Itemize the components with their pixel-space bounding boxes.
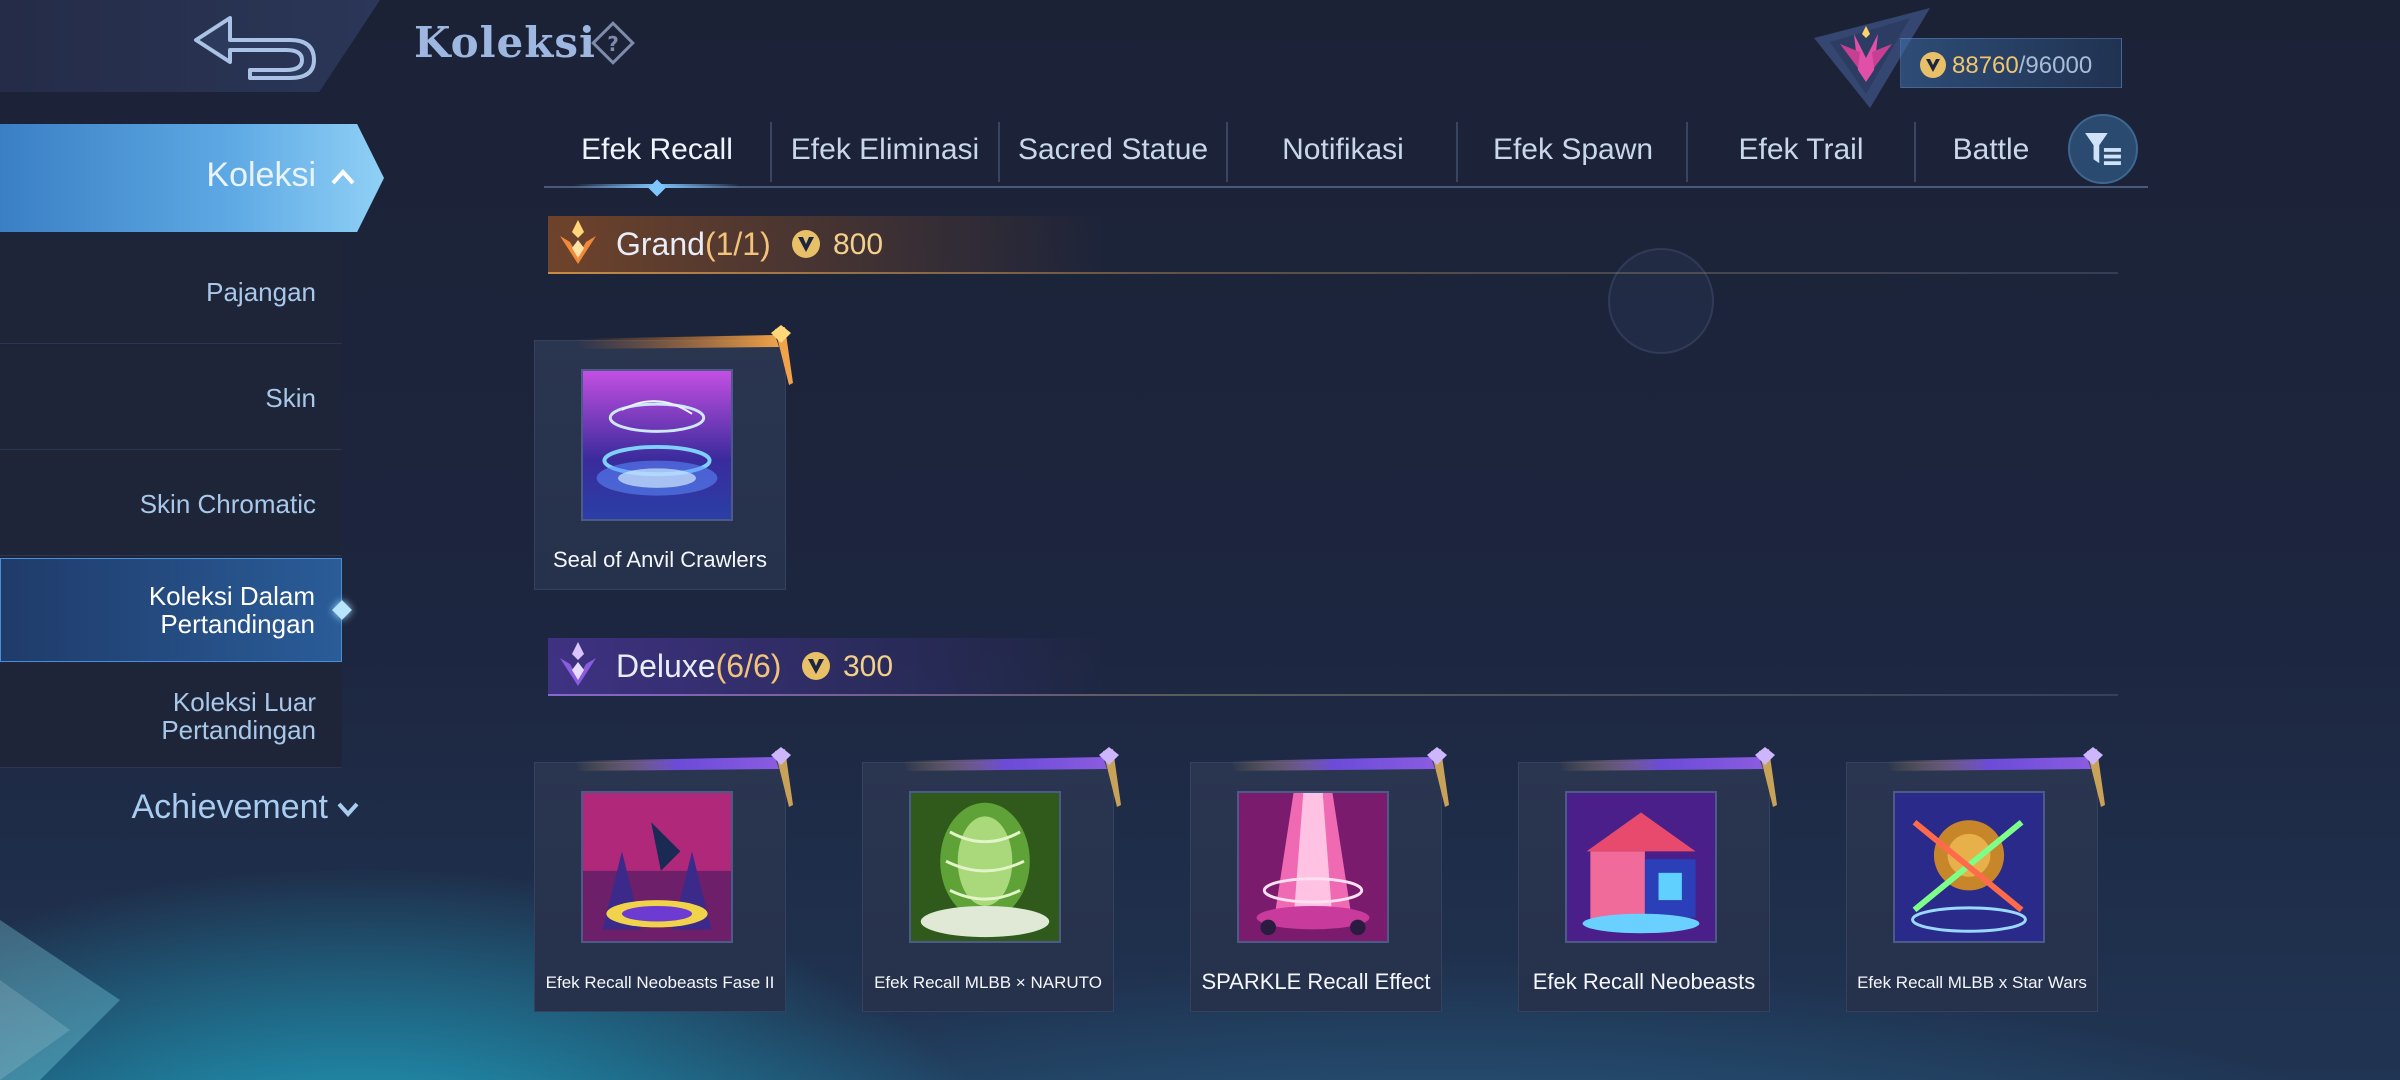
tab-label: Efek Spawn (1492, 133, 1654, 166)
currency-amount: 88760/96000 (1952, 52, 2092, 80)
ticket-coin-icon (792, 230, 820, 258)
ticket-coin-icon (802, 652, 830, 680)
section-grand-count: (1/1) (704, 226, 771, 262)
selected-indicator (332, 600, 352, 620)
sidebar-koleksi-label: Koleksi (206, 156, 316, 194)
sidebar-submenu: Pajangan Skin Skin Chromatic Koleksi Dal… (0, 240, 352, 770)
effect-card-neobeasts[interactable]: Efek Recall Neobeasts (1518, 747, 1777, 1012)
sidebar-item-label: Pajangan (206, 276, 316, 307)
effect-art-neobeasts-fase-ii (581, 791, 733, 943)
tab-label: Efek Eliminasi (790, 133, 980, 166)
section-divider (548, 694, 2118, 696)
tab-label: Efek Trail (1738, 133, 1864, 166)
effect-art-mlbb-star-wars (1893, 791, 2045, 943)
page-title: Koleksi (414, 18, 596, 67)
effect-name: Seal of Anvil Crawlers (553, 547, 767, 572)
help-icon[interactable]: ? (590, 20, 636, 66)
effect-art-seal-of-anvil-crawlers (581, 369, 733, 521)
effect-name: Efek Recall Neobeasts Fase II (545, 973, 775, 992)
section-deluxe-count: (6/6) (715, 648, 782, 684)
filter-icon (2085, 132, 2121, 166)
sidebar-achievement[interactable]: Achievement (0, 788, 360, 827)
back-arrow-icon[interactable] (190, 10, 320, 82)
effect-art-mlbb-naruto (909, 791, 1061, 943)
effect-name: Efek Recall MLBB x Star Wars (1857, 973, 2087, 992)
tab-efek-recall[interactable]: Efek Recall (544, 122, 772, 197)
tab-label: Sacred Statue (1017, 133, 1209, 166)
sidebar-item-label: Koleksi Dalam Pertandingan (148, 581, 315, 639)
tab-notifikasi[interactable]: Notifikasi (1230, 122, 1458, 182)
ticket-coin-icon (1920, 52, 1946, 78)
svg-text:?: ? (607, 32, 619, 56)
filter-button[interactable] (2068, 114, 2138, 184)
category-tabs: Efek Recall Efek Eliminasi Sacred Statue… (544, 118, 2148, 197)
currency-display: 88760/96000 (1800, 8, 2130, 108)
effect-name: SPARKLE Recall Effect (1201, 969, 1431, 994)
sidebar-item-koleksi-luar-pertandingan[interactable]: Koleksi Luar Pertandingan (0, 664, 342, 768)
effect-card-mlbb-naruto[interactable]: Efek Recall MLBB × NARUTO (862, 747, 1121, 1012)
active-tab-notch (648, 179, 666, 197)
section-deluxe-price: 300 (843, 650, 894, 683)
decorative-crystal-shard (0, 920, 120, 1080)
section-grand-header: Grand(1/1) 800 (548, 216, 2118, 276)
sidebar-item-skin-chromatic[interactable]: Skin Chromatic (0, 452, 342, 556)
section-deluxe-title: Deluxe(6/6) (616, 648, 781, 685)
effect-art-sparkle-recall (1237, 791, 1389, 943)
effect-card-sparkle-recall[interactable]: SPARKLE Recall Effect (1190, 747, 1449, 1012)
effect-name: Efek Recall MLBB × NARUTO (874, 973, 1102, 992)
sidebar-item-label: Skin Chromatic (139, 488, 316, 519)
chevron-up-icon (331, 169, 355, 185)
section-grand-price: 800 (833, 228, 884, 261)
tab-label: Efek Recall (581, 133, 733, 166)
tab-label: Notifikasi (1282, 133, 1404, 166)
chevron-down-icon (337, 802, 359, 818)
effect-card-mlbb-star-wars[interactable]: Efek Recall MLBB x Star Wars (1846, 747, 2105, 1012)
section-deluxe-label: Deluxe (616, 648, 716, 684)
tab-label: Battle (1952, 133, 2030, 166)
sidebar-item-label: Koleksi Luar Pertandingan (161, 686, 316, 745)
tab-sacred-statue[interactable]: Sacred Statue (1000, 122, 1228, 182)
tab-efek-spawn[interactable]: Efek Spawn (1460, 122, 1688, 182)
currency-total: 96000 (2025, 52, 2093, 79)
section-deluxe-header: Deluxe(6/6) 300 (548, 638, 2118, 698)
grand-tier-icon (560, 220, 596, 264)
effect-name: Efek Recall Neobeasts (1532, 969, 1756, 994)
tab-efek-trail[interactable]: Efek Trail (1688, 122, 1916, 182)
currency-current: 88760 (1952, 52, 2019, 79)
tab-efek-eliminasi[interactable]: Efek Eliminasi (772, 122, 1000, 182)
section-grand-label: Grand (616, 226, 705, 262)
sidebar-achievement-label: Achievement (131, 788, 328, 826)
sidebar-item-label: Skin (265, 382, 316, 413)
sidebar-item-koleksi-dalam-pertandingan[interactable]: Koleksi Dalam Pertandingan (0, 558, 352, 662)
deluxe-tier-icon (560, 642, 596, 686)
effect-card-seal-of-anvil-crawlers[interactable]: Seal of Anvil Crawlers (534, 325, 793, 590)
effect-art-neobeasts (1565, 791, 1717, 943)
effect-card-neobeasts-fase-ii[interactable]: Efek Recall Neobeasts Fase II (534, 747, 793, 1012)
sidebar-koleksi[interactable]: Koleksi (0, 124, 384, 232)
sidebar-item-skin[interactable]: Skin (0, 346, 342, 450)
tab-battle[interactable]: Battle (1916, 122, 2066, 182)
sidebar-item-pajangan[interactable]: Pajangan (0, 240, 342, 344)
section-divider (548, 272, 2118, 274)
section-grand-title: Grand(1/1) (616, 226, 771, 263)
